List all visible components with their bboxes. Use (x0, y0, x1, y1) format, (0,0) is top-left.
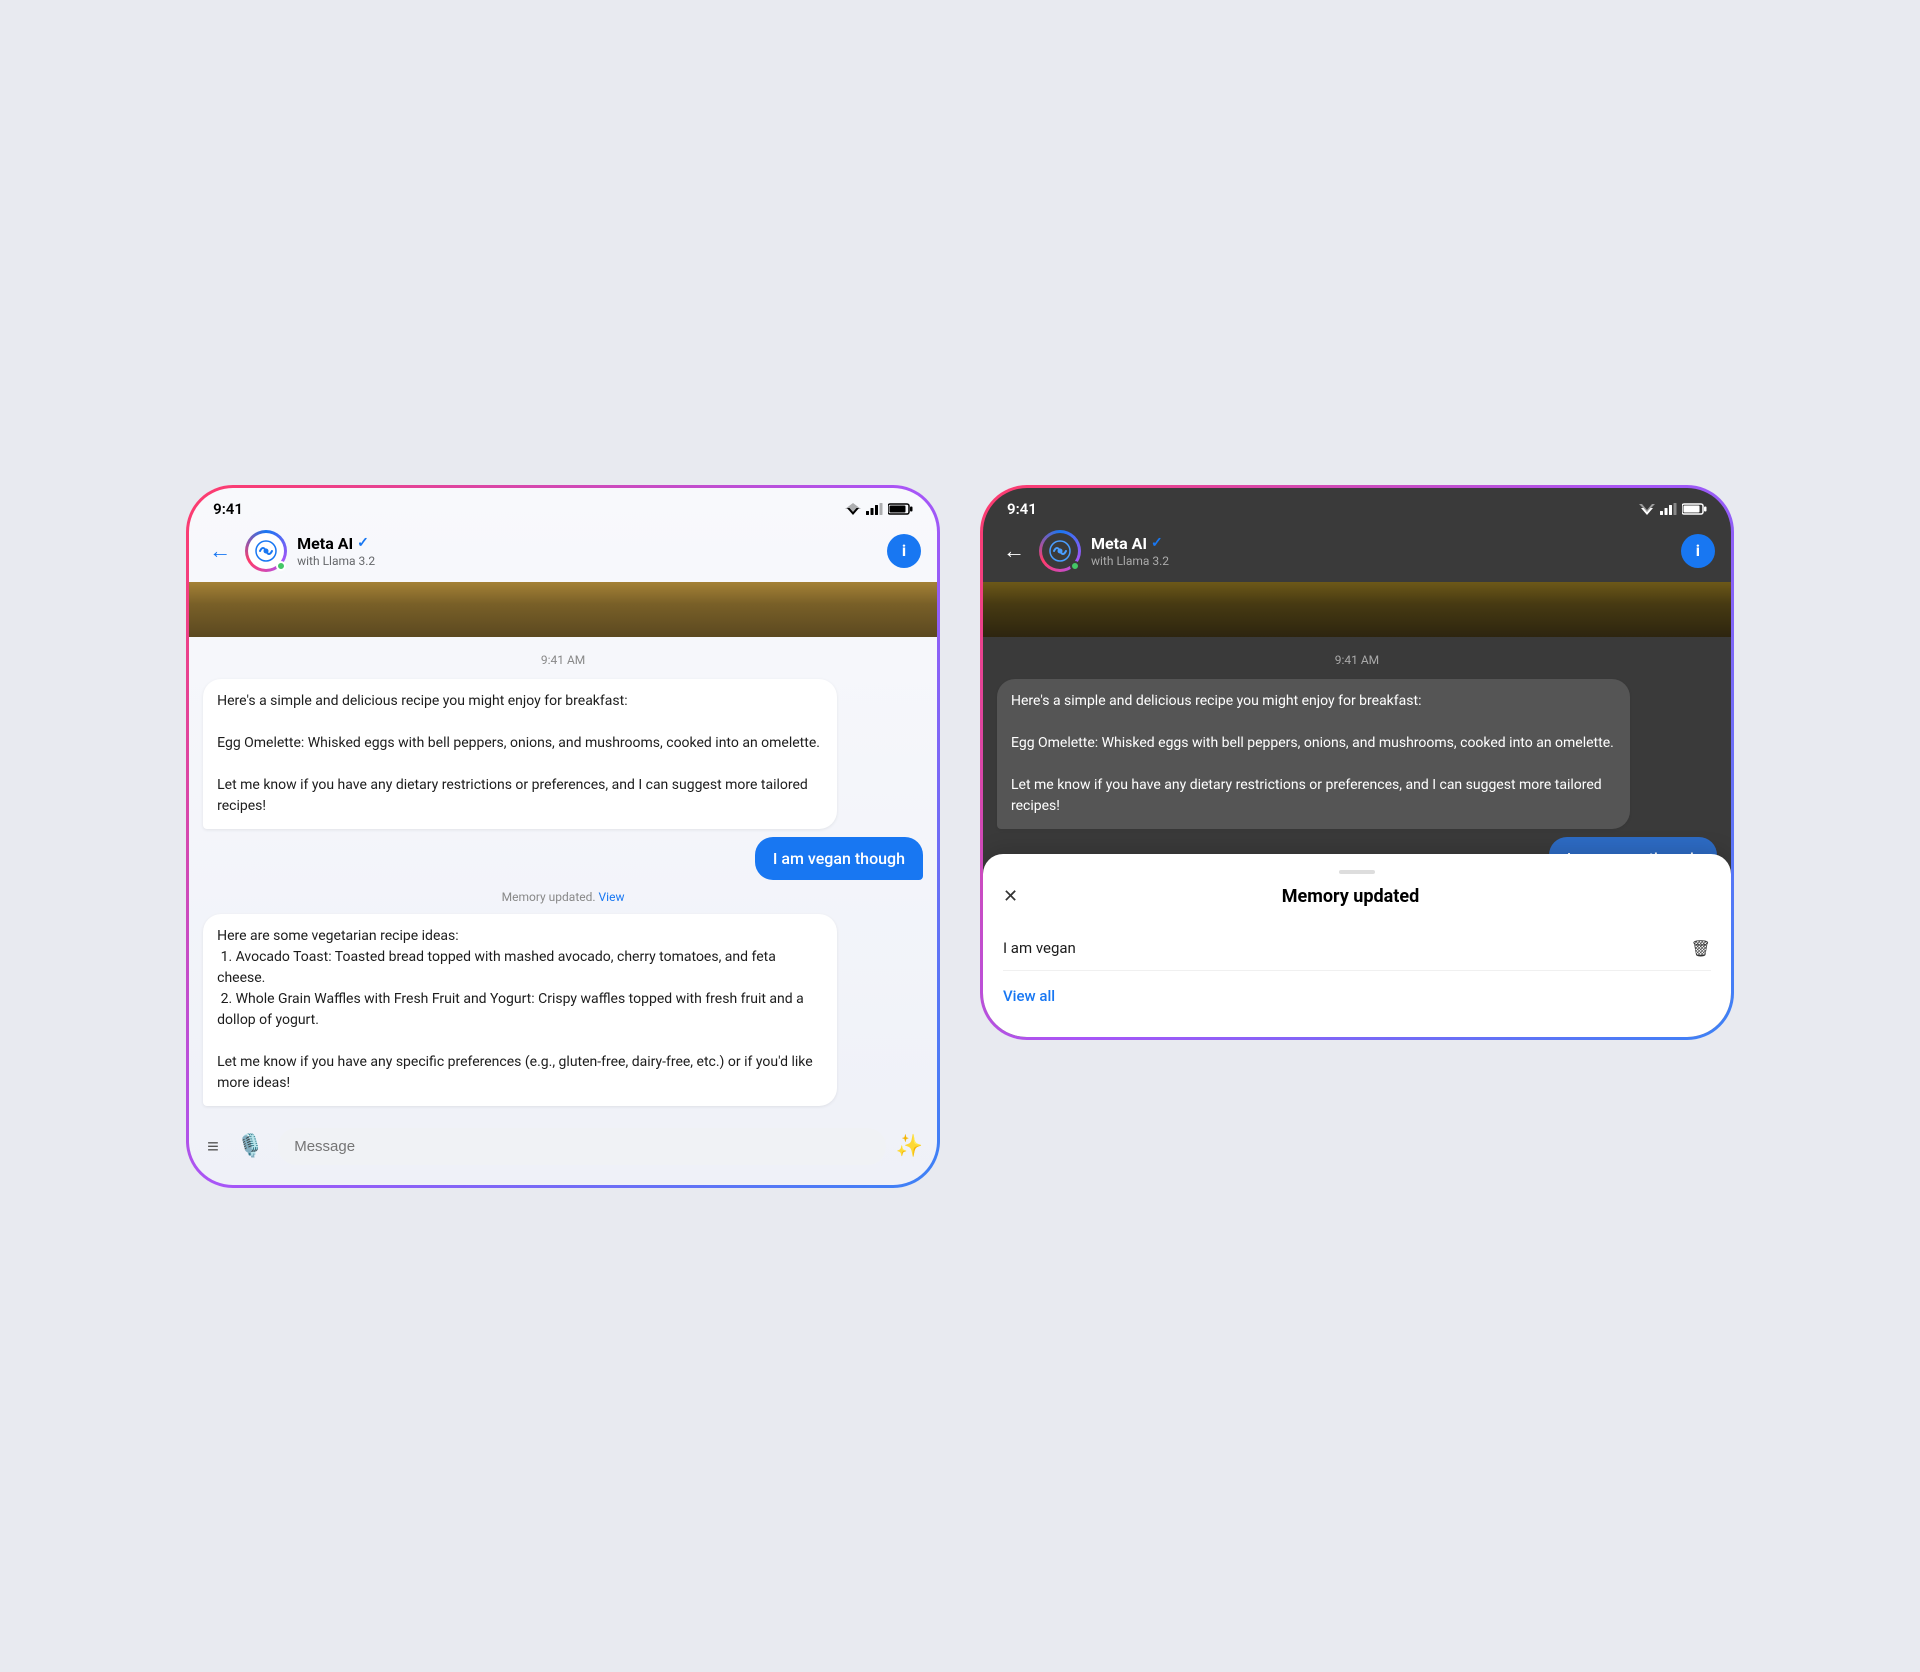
timestamp-left: 9:41 AM (203, 653, 923, 667)
meta-ai-avatar-right (1039, 530, 1081, 572)
signal-icon (866, 503, 883, 515)
online-dot-right (1070, 561, 1080, 571)
meta-ai-avatar-left (245, 530, 287, 572)
header-name-right: Meta AI ✓ (1091, 534, 1671, 553)
sheet-handle (1339, 870, 1375, 874)
sheet-header: ✕ Memory updated (1003, 886, 1711, 907)
header-subtitle-right: with Llama 3.2 (1091, 554, 1671, 568)
back-button-left[interactable]: ← (205, 534, 235, 568)
status-time-right: 9:41 (1007, 500, 1037, 518)
online-dot-left (276, 561, 286, 571)
info-button-left[interactable]: i (887, 534, 921, 568)
status-bar-left: 9:41 (189, 488, 937, 522)
timestamp-right: 9:41 AM (997, 653, 1717, 667)
menu-icon-left[interactable]: ≡ (203, 1130, 223, 1163)
mic-icon-left[interactable]: 🎙️ (233, 1130, 268, 1163)
verified-badge-right: ✓ (1151, 535, 1163, 551)
chat-image-preview-left (189, 582, 937, 637)
user-message-left: I am vegan though (755, 837, 923, 880)
sheet-close-button[interactable]: ✕ (1003, 886, 1018, 907)
view-all-link[interactable]: View all (1003, 987, 1711, 1005)
header-info-right: Meta AI ✓ with Llama 3.2 (1091, 534, 1671, 568)
chat-header-right: ← Meta AI (983, 522, 1731, 582)
sheet-title: Memory updated (1282, 886, 1419, 907)
bot-message-2-left: Here are some vegetarian recipe ideas: 1… (203, 914, 836, 1106)
input-bar-left: ≡ 🎙️ ✨ (189, 1118, 937, 1185)
bottom-sheet: ✕ Memory updated I am vegan 🗑 View all (983, 854, 1731, 1037)
signal-icon-right (1660, 503, 1677, 515)
chat-header-left: ← Meta AI (189, 522, 937, 582)
memory-view-link-left[interactable]: View (599, 890, 625, 904)
battery-icon-right (1682, 503, 1707, 515)
info-button-right[interactable]: i (1681, 534, 1715, 568)
bot-message-1-left: Here's a simple and delicious recipe you… (203, 679, 836, 829)
chat-area-left[interactable]: 9:41 AM Here's a simple and delicious re… (189, 637, 937, 1118)
message-input-left[interactable] (278, 1128, 885, 1165)
status-time-left: 9:41 (213, 500, 243, 518)
status-icons-left (845, 503, 913, 515)
header-subtitle-left: with Llama 3.2 (297, 554, 877, 568)
page-wrapper: 9:41 (186, 485, 1734, 1188)
header-name-left: Meta AI ✓ (297, 534, 877, 553)
wifi-icon (845, 503, 861, 515)
verified-badge-left: ✓ (357, 535, 369, 551)
wifi-icon-right (1639, 503, 1655, 515)
sparkle-icon-left[interactable]: ✨ (896, 1134, 923, 1159)
status-icons-right (1639, 503, 1707, 515)
memory-item-text: I am vegan (1003, 939, 1076, 957)
memory-note-left: Memory updated. View (203, 890, 923, 904)
phone-left: 9:41 (186, 485, 940, 1188)
back-button-right[interactable]: ← (999, 534, 1029, 568)
bot-message-1-right: Here's a simple and delicious recipe you… (997, 679, 1630, 829)
chat-image-preview-right (983, 582, 1731, 637)
delete-memory-button[interactable]: 🗑 (1691, 939, 1711, 958)
battery-icon (888, 503, 913, 515)
header-info-left: Meta AI ✓ with Llama 3.2 (297, 534, 877, 568)
status-bar-right: 9:41 (983, 488, 1731, 522)
phone-right: 9:41 (980, 485, 1734, 1040)
sheet-memory-item: I am vegan 🗑 (1003, 927, 1711, 971)
